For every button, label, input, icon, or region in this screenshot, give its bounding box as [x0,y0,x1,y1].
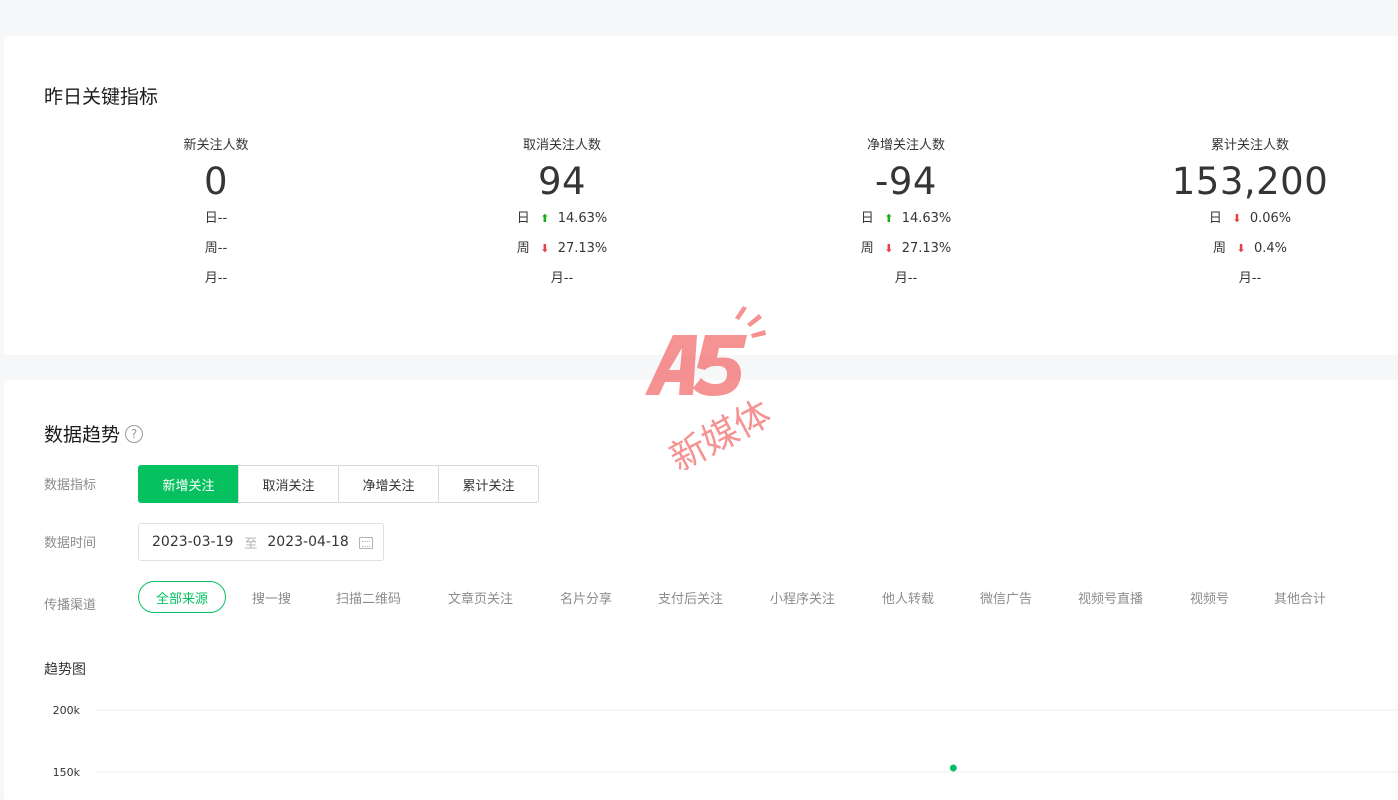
kpi-change-percent: 0.06% [1249,211,1292,226]
kpi-comparison-row: 日 ⬆ 14.63% [736,204,1076,234]
channel-filter-item[interactable]: 视频号直播 [1078,581,1143,613]
metric-tab[interactable]: 净增关注 [338,465,439,503]
data-trend-card: 数据趋势 ? 数据指标 新增关注 取消关注 净增关注 累计关注 数据时间 2023-0… [4,380,1398,800]
kpi-item: 净增关注人数 -94 日 ⬆ 14.63% 周 ⬇ 27.13% 月-- [736,134,1076,294]
date-separator: 至 [244,536,258,552]
y-tick-label: 150k [53,766,81,779]
channel-filter-item[interactable]: 视频号 [1190,581,1229,613]
data-trend-title-text: 数据趋势 [44,424,121,446]
channel-filter-item[interactable]: 扫描二维码 [336,581,401,613]
kpi-comparison-row: 日 ⬆ 14.63% [392,204,732,234]
key-metrics-title: 昨日关键指标 [44,86,159,108]
kpi-comparison: 日 ⬆ 14.63% 周 ⬇ 27.13% 月-- [736,204,1076,294]
channel-filter-item[interactable]: 全部来源 [138,581,226,613]
kpi-comparison: 日-- 周-- 月-- [46,204,386,294]
data-trend-title: 数据趋势 ? [44,420,144,447]
question-circle-icon[interactable]: ? [125,424,144,443]
trend-chart-title: 趋势图 [44,662,86,678]
kpi-period: 月-- [894,271,918,286]
arrow-up-icon: ⬆ [884,212,894,225]
kpi-label: 取消关注人数 [522,138,601,153]
calendar-icon[interactable] [359,537,373,549]
kpi-period: 月-- [1238,271,1262,286]
metric-filter-label: 数据指标 [44,478,97,493]
arrow-down-icon: ⬇ [1236,242,1246,255]
channel-filter-item[interactable]: 其他合计 [1274,581,1326,613]
time-filter-label: 数据时间 [44,536,97,551]
kpi-item: 累计关注人数 153,200 日 ⬇ 0.06% 周 ⬇ 0.4% 月-- [1080,134,1398,294]
kpi-change-percent: 27.13% [901,241,952,256]
kpi-comparison-row: 周 ⬇ 27.13% [392,234,732,264]
kpi-value: 0 [203,160,229,203]
channel-filter-item[interactable]: 名片分享 [560,581,612,613]
channel-filter-item[interactable]: 小程序关注 [770,581,835,613]
key-metrics-card: 昨日关键指标 新关注人数 0 日-- 周-- 月-- 取消关注人数 94 日 ⬆ 14.63% 周 ⬇… [4,36,1398,355]
kpi-period: 周 [516,241,530,256]
metric-segmented-control: 新增关注 取消关注 净增关注 累计关注 [138,465,539,503]
kpi-change-percent: 27.13% [557,241,608,256]
kpi-value: 153,200 [1171,160,1329,203]
metric-tab[interactable]: 取消关注 [238,465,339,503]
kpi-item: 取消关注人数 94 日 ⬆ 14.63% 周 ⬇ 27.13% 月-- [392,134,732,294]
kpi-period: 周 [1212,241,1226,256]
kpi-period: 日 [516,211,530,226]
kpi-comparison-row: 月-- [46,264,386,294]
trend-chart: 200k 150k [53,704,1398,779]
date-start[interactable]: 2023-03-19 [152,534,233,550]
kpi-comparison: 日 ⬇ 0.06% 周 ⬇ 0.4% 月-- [1080,204,1398,294]
kpi-value: 94 [537,160,587,203]
kpi-value: -94 [875,160,937,203]
kpi-change-percent: 14.63% [901,211,952,226]
arrow-down-icon: ⬇ [884,242,894,255]
kpi-period: 月-- [550,271,574,286]
kpi-item: 新关注人数 0 日-- 周-- 月-- [46,134,386,294]
channel-filter-item[interactable]: 搜一搜 [252,581,291,613]
kpi-comparison-row: 周 ⬇ 27.13% [736,234,1076,264]
metric-tab[interactable]: 累计关注 [438,465,539,503]
kpi-comparison-row: 周-- [46,234,386,264]
kpi-label: 新关注人数 [183,138,249,153]
metric-tab[interactable]: 新增关注 [138,465,239,503]
kpi-change-percent: 14.63% [557,211,608,226]
kpi-label: 净增关注人数 [866,138,945,153]
kpi-period: 周 [860,241,874,256]
kpi-period: 月-- [204,271,228,286]
arrow-down-icon: ⬇ [1232,212,1242,225]
kpi-label: 累计关注人数 [1210,138,1289,153]
kpi-period: 日 [1208,211,1222,226]
arrow-down-icon: ⬇ [540,242,550,255]
kpi-comparison-row: 日-- [46,204,386,234]
channel-filter-item[interactable]: 文章页关注 [448,581,513,613]
kpi-comparison-row: 日 ⬇ 0.06% [1080,204,1398,234]
kpi-period: 日-- [204,211,228,226]
kpi-comparison-row: 周 ⬇ 0.4% [1080,234,1398,264]
channel-filter-label: 传播渠道 [44,598,97,613]
date-range-picker[interactable]: 2023-03-19 至 2023-04-18 [138,523,384,561]
kpi-comparison-row: 月-- [392,264,732,294]
channel-filter-item[interactable]: 他人转载 [882,581,934,613]
chart-data-point[interactable] [949,764,957,772]
arrow-up-icon: ⬆ [540,212,550,225]
channel-filter-item[interactable]: 微信广告 [980,581,1032,613]
y-tick-label: 200k [53,704,81,717]
kpi-comparison-row: 月-- [1080,264,1398,294]
kpi-change-percent: 0.4% [1253,241,1288,256]
kpi-comparison: 日 ⬆ 14.63% 周 ⬇ 27.13% 月-- [392,204,732,294]
channel-filter-item[interactable]: 支付后关注 [658,581,723,613]
kpi-comparison-row: 月-- [736,264,1076,294]
kpi-period: 日 [860,211,874,226]
date-end[interactable]: 2023-04-18 [267,534,348,550]
kpi-period: 周-- [204,241,228,256]
